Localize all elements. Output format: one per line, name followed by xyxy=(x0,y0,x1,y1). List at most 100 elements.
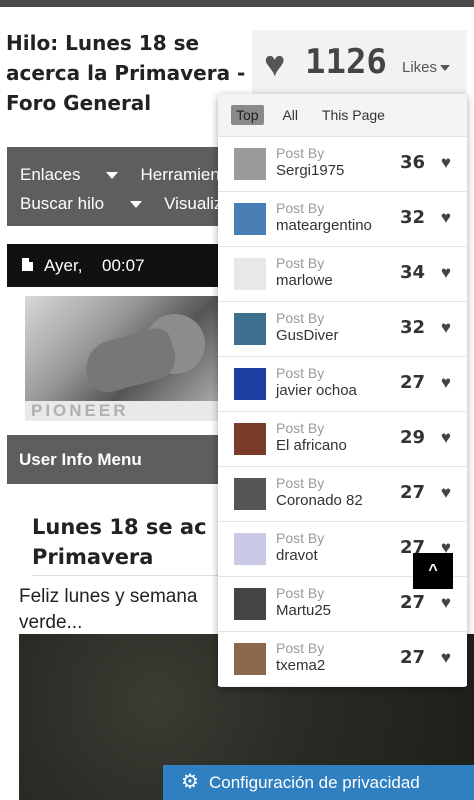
caret-down-icon xyxy=(106,172,119,180)
liker-row[interactable]: Post By El africano 29 ♥ xyxy=(218,411,467,466)
post-excerpt-line-1: Feliz lunes y semana xyxy=(19,586,198,607)
nav-item-buscar-hilo[interactable]: Buscar hilo xyxy=(20,194,143,213)
nav-item-enlaces[interactable]: Enlaces xyxy=(20,165,119,184)
liker-avatar[interactable] xyxy=(234,368,266,400)
top-bar xyxy=(0,0,474,7)
tab-top[interactable]: Top xyxy=(231,105,264,125)
liker-row[interactable]: Post By Coronado 82 27 ♥ xyxy=(218,466,467,521)
heart-icon: ♥ xyxy=(440,483,451,502)
post-time: 00:07 xyxy=(102,256,145,275)
liker-avatar[interactable] xyxy=(234,478,266,510)
heart-icon: ♥ xyxy=(440,593,451,612)
liker-name[interactable]: Martu25 xyxy=(276,602,331,619)
nav-item-label: Enlaces xyxy=(20,165,81,184)
heart-icon: ♥ xyxy=(440,373,451,392)
privacy-settings-button[interactable]: ⚙ Configuración de privacidad xyxy=(163,765,474,800)
post-by-label: Post By xyxy=(276,420,325,436)
post-by-label: Post By xyxy=(276,145,325,161)
liker-count: 27 xyxy=(399,647,425,668)
liker-count: 27 xyxy=(399,592,425,613)
liker-row[interactable]: Post By txema2 27 ♥ xyxy=(218,631,467,686)
liker-name[interactable]: GusDiver xyxy=(276,327,339,344)
nav-item-herramientas[interactable]: Herramient xyxy=(140,165,222,184)
document-icon xyxy=(22,258,33,271)
liker-avatar[interactable] xyxy=(234,588,266,620)
heart-icon: ♥ xyxy=(440,428,451,447)
post-by-label: Post By xyxy=(276,640,325,656)
avatar-plate-text: PIONEER xyxy=(25,401,222,421)
caret-down-icon xyxy=(130,201,143,209)
likes-widget[interactable]: ♥ 1126 Likes xyxy=(252,30,467,100)
navbar: Enlaces Herramient Buscar hilo Visualiz xyxy=(7,147,222,226)
liker-name[interactable]: El africano xyxy=(276,437,347,454)
liker-avatar[interactable] xyxy=(234,423,266,455)
post-title-line-1: Lunes 18 se ac xyxy=(32,515,207,539)
tab-all[interactable]: All xyxy=(277,105,303,125)
liker-name[interactable]: dravot xyxy=(276,547,318,564)
liker-name[interactable]: txema2 xyxy=(276,657,325,674)
heart-icon: ♥ xyxy=(440,263,451,282)
liker-count: 32 xyxy=(399,207,425,228)
post-title: Lunes 18 se ac Primavera xyxy=(32,512,222,572)
post-by-label: Post By xyxy=(276,255,325,271)
caret-down-icon xyxy=(440,65,451,72)
heart-icon: ♥ xyxy=(440,208,451,227)
liker-avatar[interactable] xyxy=(234,258,266,290)
privacy-settings-label: Configuración de privacidad xyxy=(209,773,420,792)
tab-this-page[interactable]: This Page xyxy=(317,105,390,125)
liker-count: 34 xyxy=(399,262,425,283)
likes-tabs: Top All This Page xyxy=(231,105,400,125)
post-by-label: Post By xyxy=(276,310,325,326)
gear-icon: ⚙ xyxy=(181,771,199,793)
liker-name[interactable]: Sergi1975 xyxy=(276,162,344,179)
liker-list: Post By Sergi1975 36 ♥ Post By mateargentino 3… xyxy=(218,136,467,686)
user-info-menu[interactable]: User Info Menu xyxy=(7,435,222,484)
heart-icon: ♥ xyxy=(440,648,451,667)
liker-name[interactable]: Coronado 82 xyxy=(276,492,363,509)
liker-avatar[interactable] xyxy=(234,533,266,565)
liker-avatar[interactable] xyxy=(234,313,266,345)
liker-count: 27 xyxy=(399,372,425,393)
likes-dropdown: Top All This Page Post By Sergi1975 36 ♥ Pos… xyxy=(218,94,467,687)
divider xyxy=(32,575,222,576)
liker-count: 32 xyxy=(399,317,425,338)
post-date: Ayer, xyxy=(44,256,83,275)
likes-label: Likes xyxy=(402,59,438,76)
liker-avatar[interactable] xyxy=(234,203,266,235)
post-title-line-2: Primavera xyxy=(32,545,154,569)
heart-icon: ♥ xyxy=(440,318,451,337)
post-by-label: Post By xyxy=(276,585,325,601)
post-excerpt-line-2: verde... xyxy=(19,612,83,633)
post-by-label: Post By xyxy=(276,530,325,546)
chevron-up-icon: ^ xyxy=(428,562,438,579)
liker-count: 27 xyxy=(399,482,425,503)
likes-dropdown-toggle[interactable]: Likes xyxy=(402,59,451,76)
post-by-label: Post By xyxy=(276,200,325,216)
avatar-figure-hand xyxy=(80,325,180,397)
post-header-bar: Ayer, 00:07 xyxy=(7,244,222,287)
post-excerpt: Feliz lunes y semana verde... xyxy=(19,584,224,636)
nav-item-visualizacion[interactable]: Visualiz xyxy=(164,194,222,213)
post-author-avatar[interactable]: PIONEER xyxy=(25,296,222,421)
heart-icon: ♥ xyxy=(264,43,286,84)
scroll-to-top-button[interactable]: ^ xyxy=(413,553,453,589)
navbar-row-2: Buscar hilo Visualiz xyxy=(20,194,222,214)
liker-row[interactable]: Post By marlowe 34 ♥ xyxy=(218,246,467,301)
liker-row[interactable]: Post By Sergi1975 36 ♥ xyxy=(218,136,467,191)
liker-row[interactable]: Post By javier ochoa 27 ♥ xyxy=(218,356,467,411)
liker-name[interactable]: mateargentino xyxy=(276,217,372,234)
likes-count: 1126 xyxy=(305,42,387,82)
liker-count: 36 xyxy=(399,152,425,173)
liker-name[interactable]: marlowe xyxy=(276,272,333,289)
navbar-row-1: Enlaces Herramient xyxy=(20,165,222,185)
nav-item-label: Buscar hilo xyxy=(20,194,105,213)
post-by-label: Post By xyxy=(276,475,325,491)
liker-row[interactable]: Post By GusDiver 32 ♥ xyxy=(218,301,467,356)
liker-avatar[interactable] xyxy=(234,643,266,675)
liker-avatar[interactable] xyxy=(234,148,266,180)
liker-count: 29 xyxy=(399,427,425,448)
liker-row[interactable]: Post By mateargentino 32 ♥ xyxy=(218,191,467,246)
liker-name[interactable]: javier ochoa xyxy=(276,382,357,399)
post-by-label: Post By xyxy=(276,365,325,381)
heart-icon: ♥ xyxy=(440,153,451,172)
